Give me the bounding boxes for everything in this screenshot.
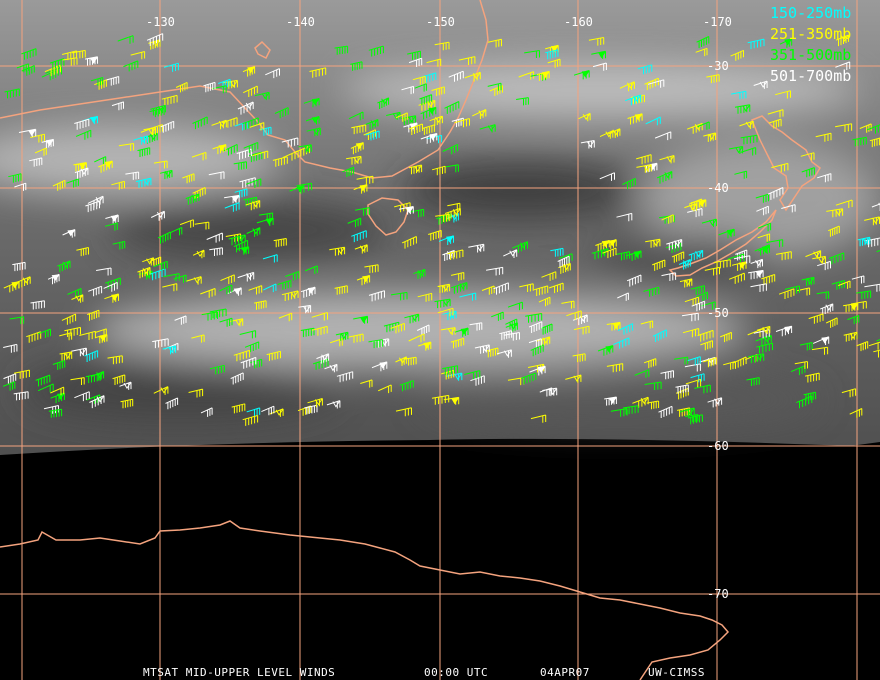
lat-label-30: -30 bbox=[707, 59, 729, 73]
legend-150-250: 150-250mb bbox=[770, 4, 851, 22]
antarctica-coast bbox=[0, 520, 730, 680]
satellite-wind-map: -130 -140 -150 -160 -170 -30 -40 -50 -60… bbox=[0, 0, 880, 680]
lat-label-60: -60 bbox=[707, 439, 729, 453]
legend-251-350: 251-350mb bbox=[770, 25, 851, 43]
lat-label-70: -70 bbox=[707, 587, 729, 601]
map-canvas: -130 -140 -150 -160 -170 -30 -40 -50 -60… bbox=[0, 0, 880, 680]
footer-caption: MTSAT MID-UPPER LEVEL WINDS 00:00 UTC 04… bbox=[143, 666, 705, 679]
legend-501-700: 501-700mb bbox=[770, 67, 851, 85]
footer-source: UW-CIMSS bbox=[648, 666, 705, 679]
lat-label-40: -40 bbox=[707, 181, 729, 195]
lon-label-140: -140 bbox=[286, 15, 315, 29]
legend-351-500: 351-500mb bbox=[770, 46, 851, 64]
footer-time: 00:00 UTC bbox=[424, 666, 488, 679]
footer-date: 04APR07 bbox=[540, 666, 590, 679]
lon-label-130: -130 bbox=[146, 15, 175, 29]
lon-label-160: -160 bbox=[564, 15, 593, 29]
lon-label-170: -170 bbox=[703, 15, 732, 29]
lat-label-50: -50 bbox=[707, 306, 729, 320]
lon-label-150: -150 bbox=[426, 15, 455, 29]
footer-product: MTSAT MID-UPPER LEVEL WINDS bbox=[143, 666, 335, 679]
